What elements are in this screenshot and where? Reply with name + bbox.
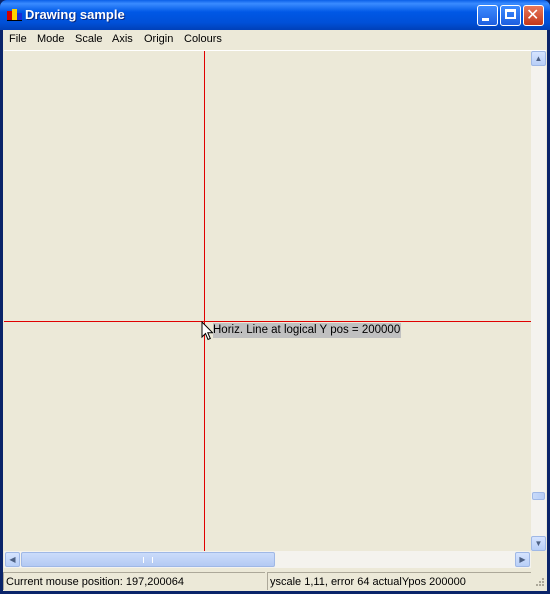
- scroll-down-button[interactable]: ▼: [531, 536, 546, 551]
- arrow-down-icon: ▼: [534, 539, 543, 548]
- menu-origin[interactable]: Origin: [144, 33, 173, 45]
- vertical-axis-line: [204, 51, 205, 551]
- window-title: Drawing sample: [25, 7, 125, 22]
- app-icon[interactable]: [7, 8, 23, 22]
- arrow-left-icon: ◀: [9, 555, 16, 564]
- status-mouse-position: Current mouse position: 197,200064: [3, 572, 265, 590]
- menu-axis[interactable]: Axis: [112, 33, 133, 45]
- scroll-right-button[interactable]: ▶: [515, 552, 530, 567]
- horizontal-line-label: Horiz. Line at logical Y pos = 200000: [213, 323, 402, 338]
- resize-grip-icon[interactable]: [533, 577, 545, 589]
- menu-mode[interactable]: Mode: [37, 33, 65, 45]
- close-icon: ✕: [526, 5, 540, 24]
- minimize-icon: [482, 18, 489, 21]
- horizontal-scrollbar[interactable]: ◀ ▶: [4, 551, 531, 568]
- maximize-icon: [505, 9, 516, 19]
- arrow-right-icon: ▶: [519, 555, 526, 564]
- scroll-left-button[interactable]: ◀: [5, 552, 20, 567]
- status-scale-info: yscale 1,11, error 64 actualYpos 200000: [267, 572, 531, 590]
- scroll-up-button[interactable]: ▲: [531, 51, 546, 66]
- mouse-pointer-icon: [201, 321, 213, 341]
- menu-file[interactable]: File: [9, 33, 27, 45]
- maximize-button[interactable]: [500, 5, 521, 26]
- window-frame: File Mode Scale Axis Origin Colours Hori…: [3, 30, 547, 591]
- scroll-thumb-grip: [143, 557, 153, 563]
- scrollbar-corner: [531, 551, 546, 568]
- drawing-canvas[interactable]: Horiz. Line at logical Y pos = 200000: [4, 51, 531, 551]
- application-window: Drawing sample ✕ File Mode Scale Axis Or…: [0, 0, 550, 594]
- minimize-button[interactable]: [477, 5, 498, 26]
- menu-colours[interactable]: Colours: [184, 33, 222, 45]
- status-bar: Current mouse position: 197,200064 yscal…: [3, 571, 547, 591]
- horizontal-line: [4, 321, 531, 322]
- menu-bar: File Mode Scale Axis Origin Colours: [3, 30, 547, 49]
- close-button[interactable]: ✕: [523, 5, 544, 26]
- client-area: Horiz. Line at logical Y pos = 200000 ▲ …: [4, 50, 546, 571]
- menu-scale[interactable]: Scale: [75, 33, 103, 45]
- arrow-up-icon: ▲: [534, 54, 543, 63]
- vertical-scroll-thumb[interactable]: [532, 492, 545, 500]
- horizontal-scroll-thumb[interactable]: [21, 552, 275, 567]
- vertical-scrollbar[interactable]: ▲ ▼: [531, 51, 546, 551]
- title-bar[interactable]: Drawing sample ✕: [0, 0, 550, 30]
